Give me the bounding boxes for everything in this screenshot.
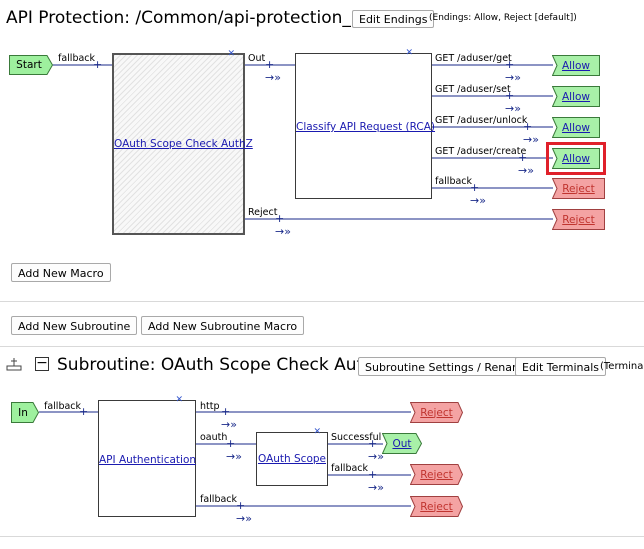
- divider: [0, 536, 644, 537]
- sub-ending-out[interactable]: Out: [382, 433, 422, 454]
- subroutine-title: Subroutine: OAuth Scope Check AuthZ: [57, 355, 386, 375]
- api-authentication-box: ✕ API Authentication: [98, 395, 196, 517]
- ending-reject[interactable]: Reject: [552, 178, 605, 199]
- plus-icon[interactable]: + →»: [221, 405, 237, 431]
- sub-ending-reject-label[interactable]: Reject: [410, 464, 463, 485]
- plus-icon[interactable]: + →»: [236, 499, 252, 525]
- rca-branch-label: GET /aduser/set: [435, 84, 511, 95]
- ending-allow-label[interactable]: Allow: [552, 55, 600, 76]
- ending-reject[interactable]: Reject: [552, 209, 605, 230]
- sub-ending-reject-label[interactable]: Reject: [410, 496, 463, 517]
- in-label: In: [18, 406, 28, 419]
- sub-ending-reject-label[interactable]: Reject: [410, 402, 463, 423]
- rca-box: ✕ Classify API Request (RCA): [295, 48, 435, 199]
- ending-allow[interactable]: Allow: [552, 55, 600, 76]
- macro-reject-label: Reject: [248, 207, 278, 218]
- macro-out-label: Out: [248, 53, 266, 64]
- api-authentication-link[interactable]: API Authentication: [99, 454, 196, 466]
- sub-ending-out-label[interactable]: Out: [382, 433, 422, 454]
- auth-branch-label: oauth: [200, 432, 228, 443]
- divider: [0, 346, 644, 347]
- subroutine-icon[interactable]: [6, 356, 22, 372]
- rca-branch-label: GET /aduser/create: [435, 146, 527, 157]
- ending-allow[interactable]: Allow: [552, 117, 600, 138]
- start-label: Start: [16, 59, 42, 71]
- ending-allow-label[interactable]: Allow: [552, 86, 600, 107]
- auth-branch-label: fallback: [200, 494, 238, 505]
- oauth-scope-link[interactable]: OAuth Scope: [257, 453, 327, 465]
- rca-box-link[interactable]: Classify API Request (RCA): [296, 121, 435, 133]
- oauth-scope-box: ✕ OAuth Scope: [256, 427, 328, 486]
- rca-branch-label: fallback: [435, 176, 473, 187]
- add-new-subroutine-button[interactable]: Add New Subroutine: [11, 316, 138, 335]
- rca-branch-label: GET /aduser/unlock: [435, 115, 528, 126]
- rca-branch-label: GET /aduser/get: [435, 53, 512, 64]
- plus-icon[interactable]: + →»: [265, 58, 281, 84]
- auth-branch-label: http: [200, 401, 220, 412]
- plus-icon[interactable]: + →»: [226, 437, 242, 463]
- in-terminal: In: [11, 402, 39, 423]
- collapse-icon[interactable]: −: [35, 356, 49, 371]
- sub-ending-reject[interactable]: Reject: [410, 464, 463, 485]
- close-icon[interactable]: ✕: [175, 395, 183, 405]
- add-new-subroutine-macro-button[interactable]: Add New Subroutine Macro: [141, 316, 305, 335]
- ending-allow[interactable]: Allow: [552, 86, 600, 107]
- close-icon[interactable]: ✕: [227, 49, 235, 59]
- macro-oauth-scope-check: ✕ OAuth Scope Check AuthZ: [112, 49, 253, 235]
- close-icon[interactable]: ✕: [405, 48, 413, 58]
- edit-terminals-button[interactable]: Edit Terminals: [515, 357, 607, 376]
- ending-reject-label[interactable]: Reject: [552, 209, 605, 230]
- in-branch-label: fallback: [44, 401, 82, 412]
- plus-icon[interactable]: + →»: [368, 468, 384, 494]
- terminals-note: (Terminals: [600, 361, 644, 372]
- scope-branch-label: fallback: [331, 463, 369, 474]
- sub-ending-reject[interactable]: Reject: [410, 496, 463, 517]
- add-new-macro-button[interactable]: Add New Macro: [11, 263, 111, 282]
- close-icon[interactable]: ✕: [313, 427, 321, 437]
- divider: [0, 301, 644, 302]
- macro-oauth-scope-check-link[interactable]: OAuth Scope Check AuthZ: [114, 138, 253, 150]
- subroutine-settings-button[interactable]: Subroutine Settings / Rename: [358, 357, 537, 376]
- sub-ending-reject[interactable]: Reject: [410, 402, 463, 423]
- plus-icon[interactable]: + →»: [470, 181, 486, 207]
- scope-branch-label: Successful: [331, 432, 382, 443]
- start-terminal: Start: [9, 55, 53, 75]
- selected-ending-highlight: [546, 142, 606, 175]
- ending-allow-label[interactable]: Allow: [552, 117, 600, 138]
- ending-reject-label[interactable]: Reject: [552, 178, 605, 199]
- start-branch-label: fallback: [58, 53, 96, 64]
